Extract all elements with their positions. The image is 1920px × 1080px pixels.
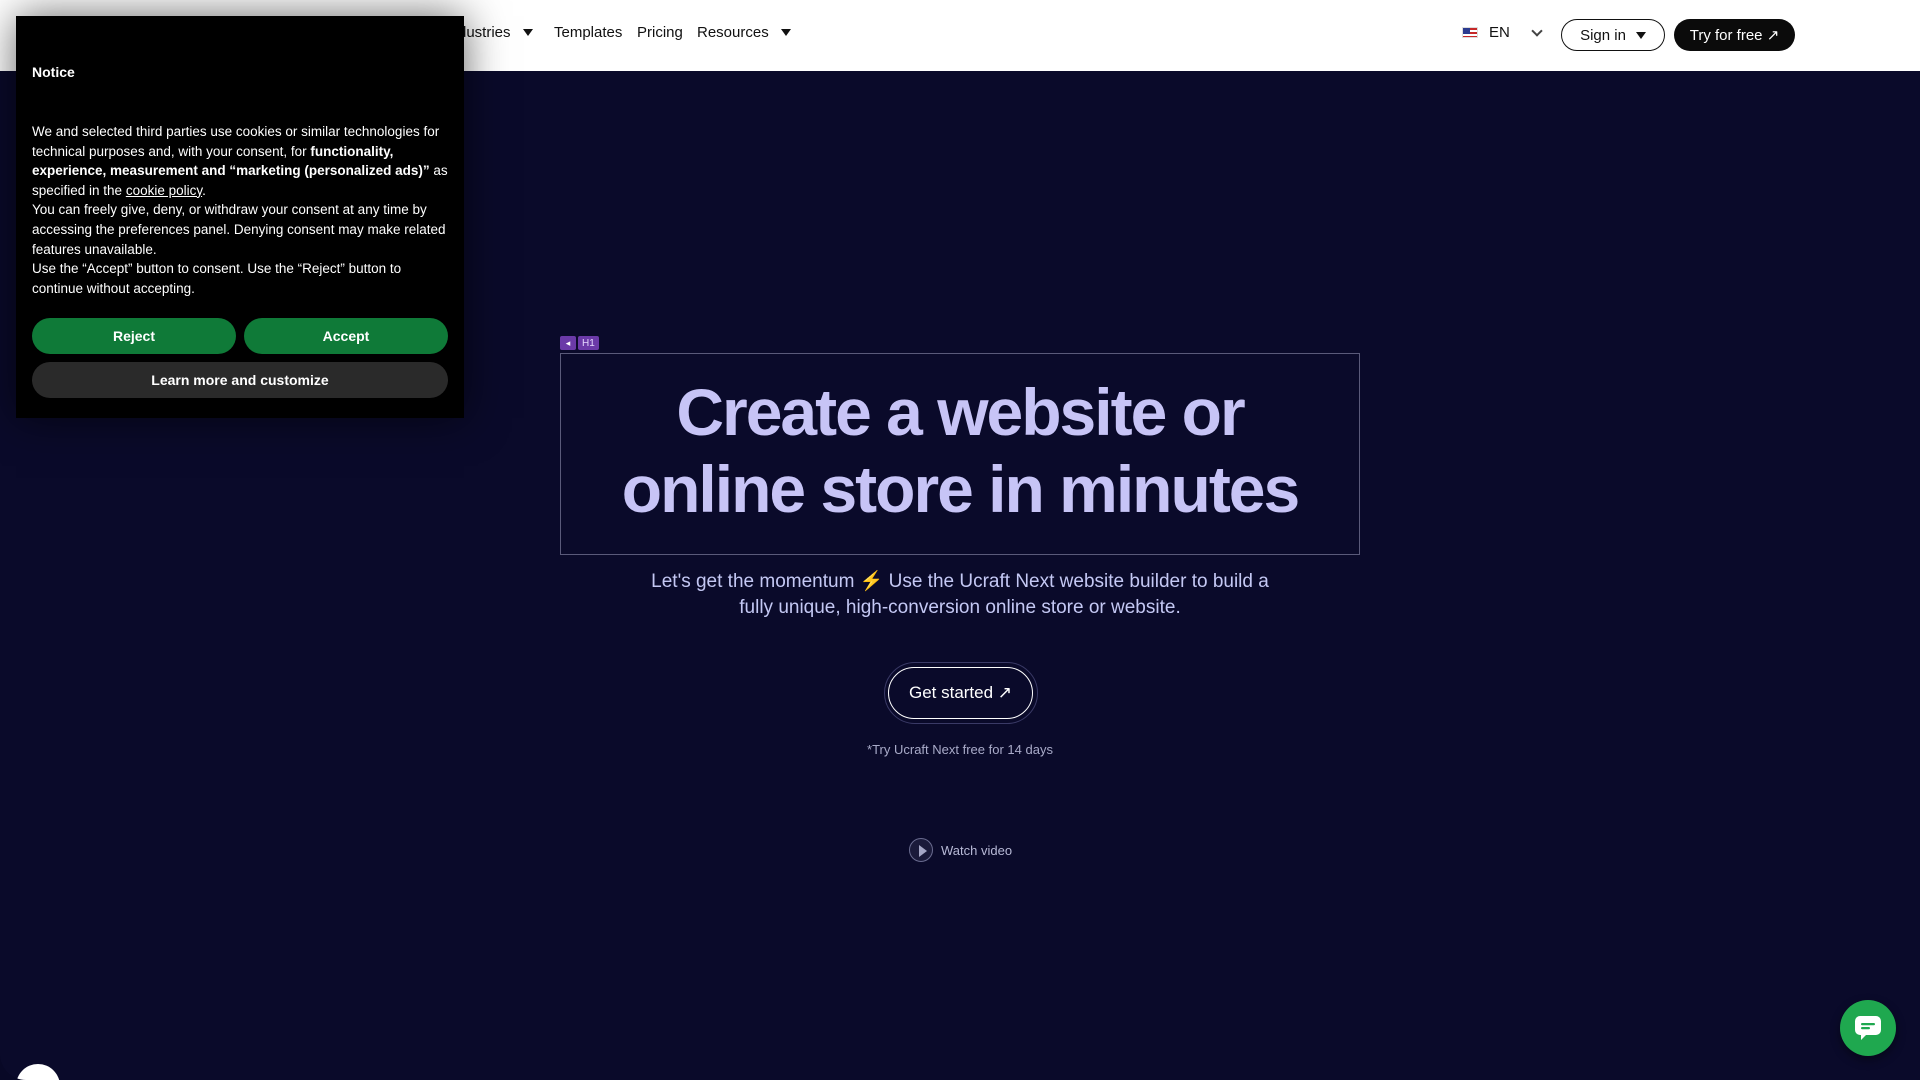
language-selector[interactable]: EN — [1462, 24, 1543, 41]
nav-pricing[interactable]: Pricing — [637, 24, 683, 41]
cookie-policy-link[interactable]: cookie policy — [126, 183, 202, 198]
h1-tag-badge: H1 — [578, 336, 599, 350]
cookie-notice-dialog: Notice We and selected third parties use… — [16, 16, 464, 418]
nav-templates-label: Templates — [554, 24, 623, 41]
accept-label: Accept — [322, 328, 370, 344]
h1-editor-badges: ◂ H1 — [560, 336, 599, 350]
caret-down-icon — [1635, 31, 1646, 39]
watch-video-label: Watch video — [941, 842, 1013, 858]
hero-title-line-1: Create a website or — [676, 375, 1245, 449]
cookie-paragraph-1: We and selected third parties use cookie… — [32, 122, 452, 200]
corner-widget-button[interactable] — [16, 1064, 60, 1080]
nav-resources-label: Resources — [697, 24, 769, 41]
back-arrow-icon[interactable]: ◂ — [560, 336, 576, 350]
try-for-free-button[interactable]: Try for free ↗ — [1674, 19, 1795, 51]
reject-label: Reject — [112, 328, 156, 344]
learn-more-customize-label: Learn more and customize — [151, 372, 329, 388]
us-flag-icon — [1462, 27, 1478, 38]
sign-in-label: Sign in — [1580, 26, 1626, 44]
hero-subtitle: Let's get the momentum ⚡ Use the Ucraft … — [651, 571, 1269, 618]
cookie-notice-body: We and selected third parties use cookie… — [32, 122, 452, 298]
caret-down-icon — [780, 29, 791, 36]
cookie-text: . — [202, 182, 206, 198]
sign-in-button[interactable]: Sign in — [1561, 19, 1665, 51]
nav-industries[interactable]: dustries — [458, 24, 533, 41]
reject-button[interactable]: Reject — [32, 318, 236, 354]
language-code: EN — [1489, 24, 1510, 41]
trial-note: *Try Ucraft Next free for 14 days — [867, 742, 1053, 757]
play-icon — [909, 838, 933, 862]
accept-button[interactable]: Accept — [244, 318, 448, 354]
nav-resources[interactable]: Resources — [697, 24, 791, 41]
nav-templates[interactable]: Templates — [554, 24, 622, 41]
learn-more-customize-button[interactable]: Learn more and customize — [32, 362, 448, 398]
watch-video-button[interactable]: Watch video — [909, 838, 1012, 862]
page: dustries Templates Pricing Resources EN … — [0, 0, 1920, 1080]
hero-title-line-2: online store in minutes — [621, 452, 1300, 526]
cookie-paragraph-2: You can freely give, deny, or withdraw y… — [32, 202, 446, 257]
chevron-down-icon — [1531, 24, 1543, 37]
cookie-paragraph-3: Use the “Accept” button to consent. Use … — [32, 261, 402, 296]
cookie-notice-title: Notice — [32, 64, 75, 80]
chat-icon — [1855, 1016, 1881, 1040]
try-for-free-label: Try for free ↗ — [1689, 27, 1780, 44]
get-started-label: Get started ↗ — [908, 683, 1013, 702]
nav-industries-label: dustries — [458, 24, 511, 41]
chat-button[interactable] — [1840, 1000, 1896, 1056]
get-started-button[interactable]: Get started ↗ — [888, 667, 1033, 719]
hero-title: Create a website or online store in minu… — [560, 374, 1360, 528]
nav-pricing-label: Pricing — [637, 24, 683, 41]
caret-down-icon — [522, 29, 533, 36]
